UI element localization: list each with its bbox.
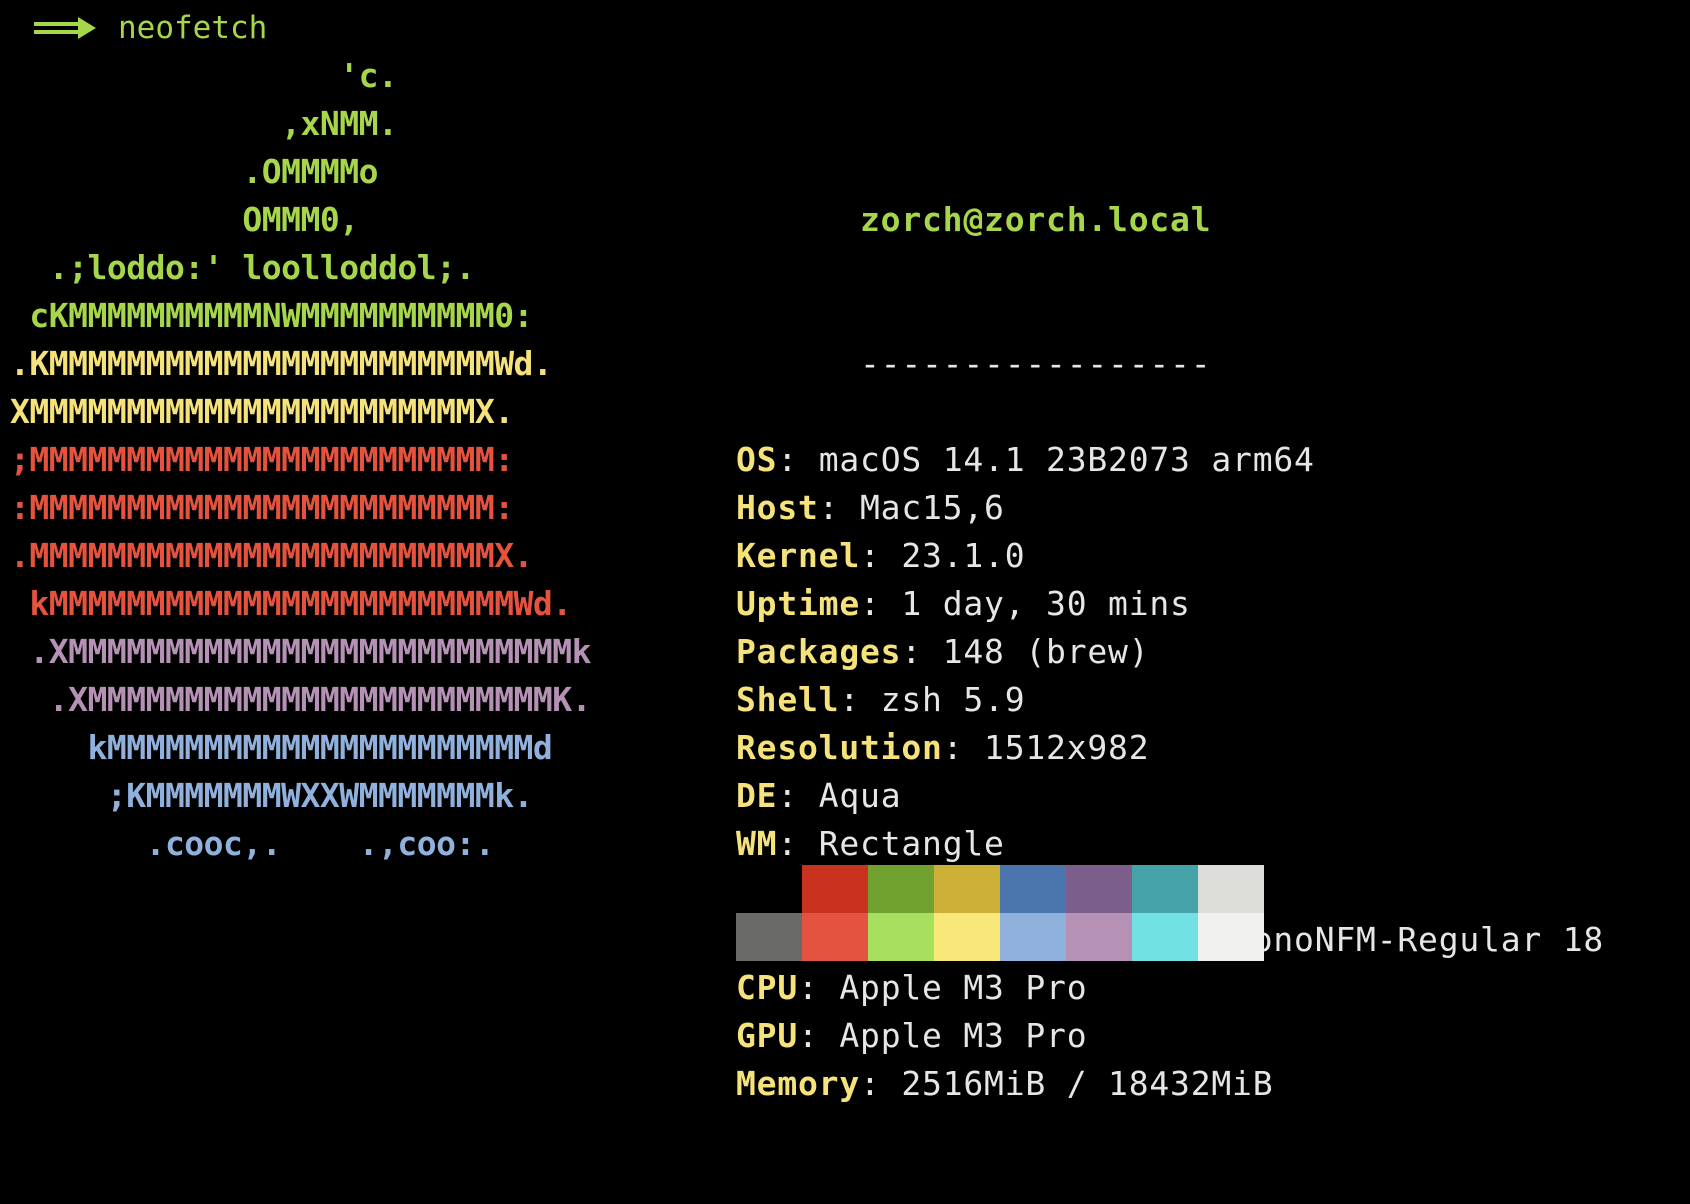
- info-value: 23.1.0: [901, 536, 1026, 575]
- info-colon: :: [860, 584, 902, 623]
- info-row: Memory: 2516MiB / 18432MiB: [736, 1060, 1604, 1108]
- info-label: Host: [736, 488, 819, 527]
- info-colon: :: [942, 728, 985, 767]
- logo-line: :MMMMMMMMMMMMMMMMMMMMMMMM:: [10, 488, 514, 527]
- info-row: Host: Mac15,6: [736, 484, 1604, 532]
- palette-swatch-normal-7: [1198, 865, 1264, 913]
- info-row: CPU: Apple M3 Pro: [736, 964, 1604, 1012]
- info-row: DE: Aqua: [736, 772, 1604, 820]
- info-colon: :: [777, 440, 819, 479]
- palette-swatch-normal-3: [934, 865, 1000, 913]
- info-value: zsh 5.9: [880, 680, 1026, 719]
- info-value: Apple M3 Pro: [839, 1016, 1088, 1055]
- palette-swatch-bright-7: [1198, 913, 1264, 961]
- palette-swatch-normal-2: [868, 865, 934, 913]
- info-colon: :: [777, 776, 819, 815]
- info-label: GPU: [736, 1016, 799, 1055]
- logo-line: .KMMMMMMMMMMMMMMMMMMMMMMMWd.: [10, 344, 553, 383]
- info-label: Memory: [736, 1064, 861, 1103]
- info-row: Kernel: 23.1.0: [736, 532, 1604, 580]
- info-colon: :: [839, 680, 881, 719]
- logo-line: .OMMMMo: [10, 152, 378, 191]
- info-value: 1 day, 30 mins: [901, 584, 1191, 623]
- info-label: Packages: [736, 632, 902, 671]
- info-colon: :: [818, 488, 861, 527]
- info-colon: :: [777, 824, 819, 863]
- info-colon: :: [860, 536, 902, 575]
- info-value: 2516MiB / 18432MiB: [901, 1064, 1274, 1103]
- info-row: Shell: zsh 5.9: [736, 676, 1604, 724]
- apple-ascii-logo: 'c. ,xNMM. .OMMMMo OMMM0, .;loddo:' lool…: [10, 52, 592, 868]
- info-label: Kernel: [736, 536, 861, 575]
- logo-line: .XMMMMMMMMMMMMMMMMMMMMMMMMMMk: [10, 632, 592, 671]
- palette-swatch-normal-4: [1000, 865, 1066, 913]
- info-label: DE: [736, 776, 778, 815]
- info-value: Aqua: [818, 776, 902, 815]
- double-arrow-icon: [34, 17, 96, 39]
- logo-line: OMMM0,: [10, 200, 359, 239]
- logo-line: ;KMMMMMMMWXXWMMMMMMMk.: [10, 776, 534, 815]
- info-value: macOS 14.1 23B2073 arm64: [818, 440, 1315, 479]
- info-row: WM: Rectangle: [736, 820, 1604, 868]
- logo-line: cKMMMMMMMMMMNWMMMMMMMMMM0:: [10, 296, 533, 335]
- logo-line: XMMMMMMMMMMMMMMMMMMMMMMMX.: [10, 392, 514, 431]
- logo-line: .;loddo:' loolloddol;.: [10, 248, 476, 287]
- info-label: WM: [736, 824, 778, 863]
- info-colon: :: [860, 1064, 902, 1103]
- info-row: Packages: 148 (brew): [736, 628, 1604, 676]
- palette-swatch-normal-5: [1066, 865, 1132, 913]
- logo-line: .XMMMMMMMMMMMMMMMMMMMMMMMMK.: [10, 680, 592, 719]
- info-label: Shell: [736, 680, 840, 719]
- logo-line: 'c.: [10, 56, 398, 95]
- system-info: zorch@zorch.local ----------------- OS: …: [736, 52, 1604, 1204]
- info-row: Resolution: 1512x982: [736, 724, 1604, 772]
- command-text: neofetch: [118, 10, 268, 46]
- info-separator: -----------------: [860, 344, 1212, 383]
- logo-line: .cooc,. .,coo:.: [10, 824, 495, 863]
- palette-swatch-normal-6: [1132, 865, 1198, 913]
- user-host: zorch@zorch.local: [860, 200, 1212, 239]
- info-row: OS: macOS 14.1 23B2073 arm64: [736, 436, 1604, 484]
- palette-swatch-bright-3: [934, 913, 1000, 961]
- info-value: Mac15,6: [860, 488, 1005, 527]
- info-fields: OS: macOS 14.1 23B2073 arm64 Host: Mac15,…: [736, 436, 1604, 1108]
- info-value: Rectangle: [818, 824, 1005, 863]
- terminal-window: neofetch 'c. ,xNMM. .OMMMMo OMMM0, .;lod…: [0, 0, 1690, 1103]
- info-label: OS: [736, 440, 778, 479]
- palette-swatch-bright-0: [736, 913, 802, 961]
- info-label: Resolution: [736, 728, 943, 767]
- logo-line: ;MMMMMMMMMMMMMMMMMMMMMMMM:: [10, 440, 514, 479]
- palette-swatch-bright-5: [1066, 913, 1132, 961]
- logo-line: kMMMMMMMMMMMMMMMMMMMMMMMMWd.: [10, 584, 572, 623]
- palette-swatch-normal-1: [802, 865, 868, 913]
- info-value: 148 (brew): [942, 632, 1150, 671]
- info-colon: :: [901, 632, 943, 671]
- command-prompt: neofetch: [34, 6, 267, 50]
- palette-swatch-normal-0: [736, 865, 802, 913]
- palette-swatch-bright-4: [1000, 913, 1066, 961]
- palette-swatch-bright-6: [1132, 913, 1198, 961]
- info-row: GPU: Apple M3 Pro: [736, 1012, 1604, 1060]
- logo-line: ,xNMM.: [10, 104, 398, 143]
- logo-line: .MMMMMMMMMMMMMMMMMMMMMMMMX.: [10, 536, 533, 575]
- color-palette: [736, 865, 1264, 961]
- palette-swatch-bright-1: [802, 913, 868, 961]
- info-value: 1512x982: [984, 728, 1150, 767]
- info-label: Uptime: [736, 584, 861, 623]
- palette-swatch-bright-2: [868, 913, 934, 961]
- logo-line: kMMMMMMMMMMMMMMMMMMMMMMd: [10, 728, 553, 767]
- info-colon: :: [798, 1016, 840, 1055]
- info-row: Uptime: 1 day, 30 mins: [736, 580, 1604, 628]
